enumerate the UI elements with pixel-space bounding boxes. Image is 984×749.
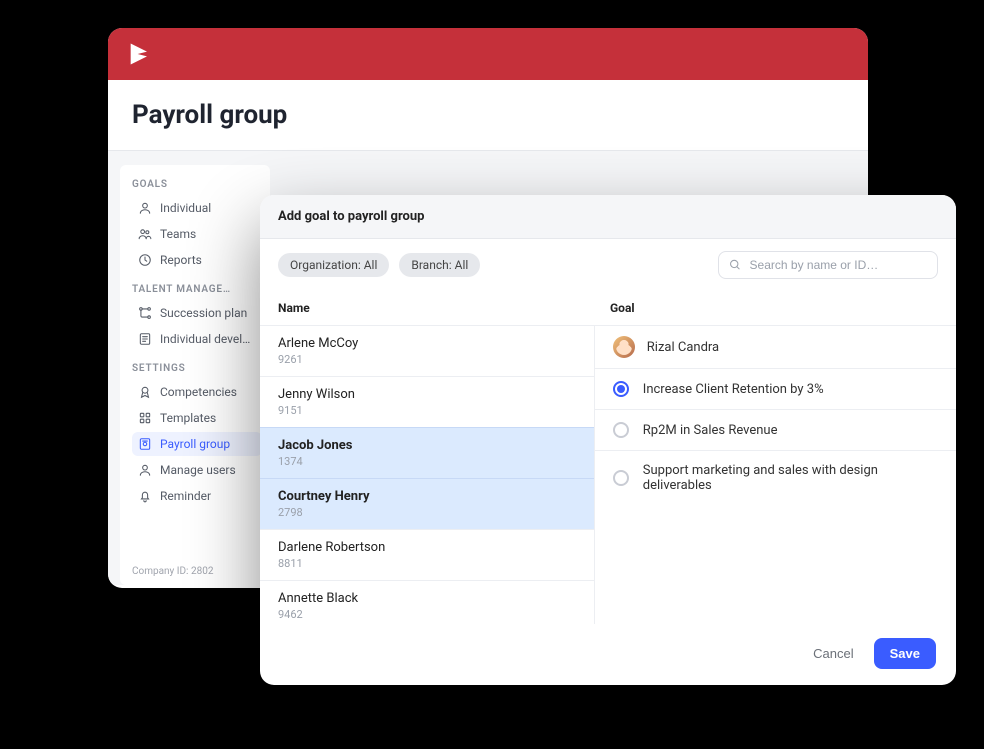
sidebar-item-payroll-group[interactable]: Payroll group [132,432,262,456]
goal-owner-row: Rizal Candra [595,325,956,368]
person-row[interactable]: Annette Black 9462 [260,580,594,624]
filter-organization[interactable]: Organization: All [278,253,389,277]
filter-bar: Organization: All Branch: All [260,239,956,291]
person-id: 9261 [278,353,576,366]
goal-option[interactable]: Rp2M in Sales Revenue [595,409,956,450]
sidebar-section-label: GOALS [132,179,262,190]
sidebar-item-manage-users[interactable]: Manage users [132,458,262,482]
column-goal-header: Goal [606,301,938,315]
goal-option[interactable]: Increase Client Retention by 3% [595,368,956,409]
goal-option[interactable]: Support marketing and sales with design … [595,450,956,505]
people-list: Arlene McCoy 9261 Jenny Wilson 9151 Jacob Jo… [260,325,595,624]
search-icon [729,258,742,272]
search-input[interactable] [750,258,927,272]
radio-icon [613,422,629,438]
filter-branch[interactable]: Branch: All [399,253,480,277]
payroll-icon [138,437,152,451]
person-row[interactable]: Darlene Robertson 8811 [260,529,594,580]
user-icon [138,201,152,215]
sidebar-item-label: Payroll group [160,437,230,451]
sidebar-item-reports[interactable]: Reports [132,248,262,272]
column-headers: Name Goal [260,291,956,325]
person-name: Arlene McCoy [278,336,576,351]
dialog-title: Add goal to payroll group [260,195,956,239]
sidebar-item-individual-develop[interactable]: Individual develop… [132,327,262,351]
sidebar-section-label: TALENT MANAGE… [132,284,262,295]
goal-label: Rp2M in Sales Revenue [643,423,778,438]
goal-label: Increase Client Retention by 3% [643,382,824,397]
cancel-button[interactable]: Cancel [813,646,853,661]
grid-icon [138,411,152,425]
users-icon [138,227,152,241]
user2-icon [138,463,152,477]
goal-panel: Rizal Candra Increase Client Retention b… [595,325,956,624]
page-title-bar: Payroll group [108,80,868,151]
company-id: Company ID: 2802 [132,548,262,577]
person-name: Courtney Henry [278,489,576,504]
person-id: 2798 [278,506,576,519]
person-name: Annette Black [278,591,576,606]
person-name: Jenny Wilson [278,387,576,402]
radio-icon [613,381,629,397]
clock-icon [138,253,152,267]
column-name-header: Name [278,301,606,315]
goal-label: Support marketing and sales with design … [643,463,938,493]
logo-icon [126,40,154,68]
person-name: Jacob Jones [278,438,576,453]
person-id: 8811 [278,557,576,570]
radio-icon [613,470,629,486]
avatar [613,336,635,358]
search-box[interactable] [718,251,938,279]
person-row[interactable]: Jenny Wilson 9151 [260,376,594,427]
sidebar-item-label: Teams [160,227,196,241]
person-name: Darlene Robertson [278,540,576,555]
person-id: 9151 [278,404,576,417]
add-goal-dialog: Add goal to payroll group Organization: … [260,195,956,685]
app-header [108,28,868,80]
sidebar-item-label: Templates [160,411,216,425]
sidebar-item-label: Individual [160,201,211,215]
sidebar-item-teams[interactable]: Teams [132,222,262,246]
goal-owner-name: Rizal Candra [647,340,719,355]
person-row[interactable]: Jacob Jones 1374 [260,427,594,478]
sidebar-item-label: Competencies [160,385,237,399]
badge-icon [138,385,152,399]
path-icon [138,306,152,320]
dialog-footer: Cancel Save [260,624,956,685]
page-title: Payroll group [132,100,844,130]
sidebar-item-competencies[interactable]: Competencies [132,380,262,404]
sidebar-item-label: Manage users [160,463,236,477]
person-row[interactable]: Arlene McCoy 9261 [260,325,594,376]
sidebar-item-label: Reminder [160,489,211,503]
sidebar-item-templates[interactable]: Templates [132,406,262,430]
sidebar: GOALS Individual Teams Reports TALENT MANAGE… [120,165,270,585]
note-icon [138,332,152,346]
sidebar-section-label: SETTINGS [132,363,262,374]
sidebar-item-label: Individual develop… [160,332,256,346]
bell-icon [138,489,152,503]
person-id: 1374 [278,455,576,468]
sidebar-item-reminder[interactable]: Reminder [132,484,262,508]
save-button[interactable]: Save [874,638,936,669]
person-id: 9462 [278,608,576,621]
sidebar-item-individual[interactable]: Individual [132,196,262,220]
sidebar-item-succession-plan[interactable]: Succession plan [132,301,262,325]
person-row[interactable]: Courtney Henry 2798 [260,478,594,529]
sidebar-item-label: Reports [160,253,202,267]
sidebar-item-label: Succession plan [160,306,247,320]
